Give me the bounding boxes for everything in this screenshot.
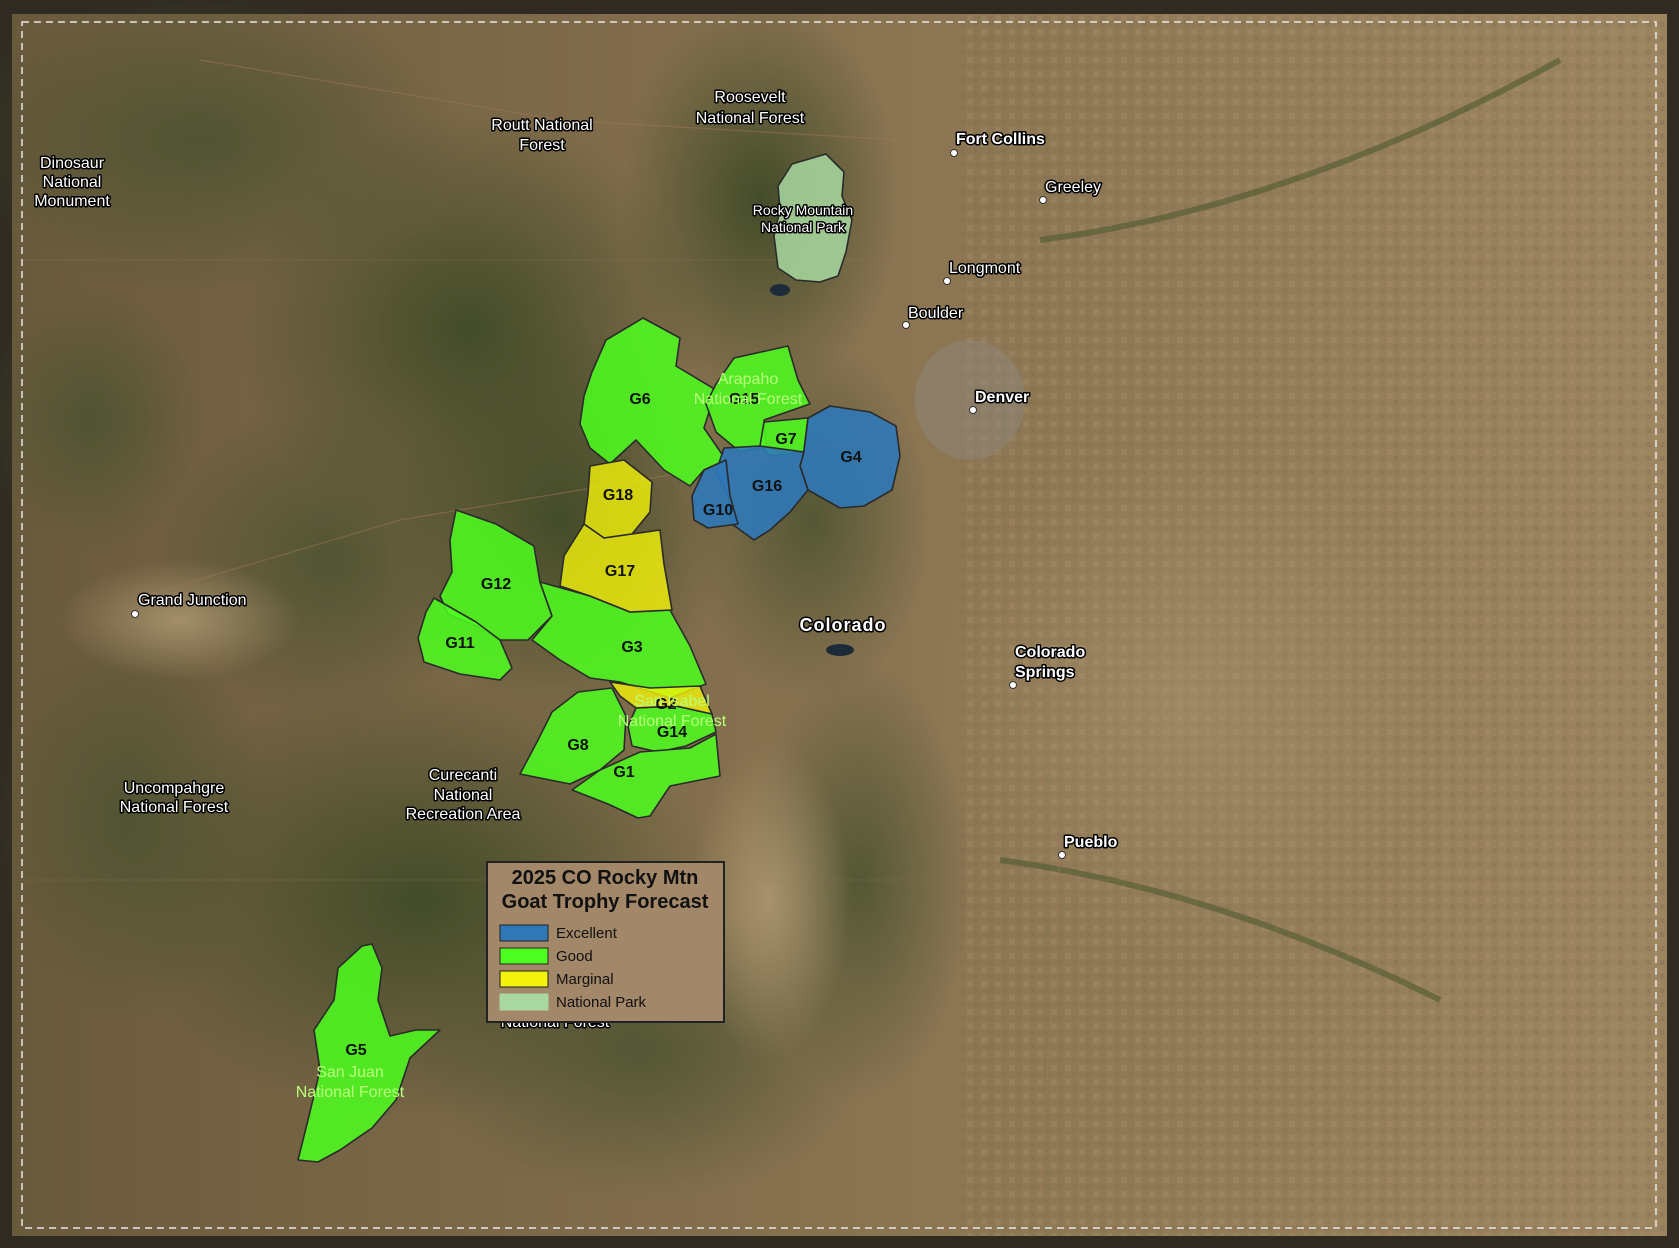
greeley-dot: [1039, 196, 1047, 204]
boulder-label: Boulder: [908, 305, 964, 322]
grand-junction-label: Grand Junction: [138, 592, 247, 609]
arapaho-label-2: National Forest: [694, 391, 803, 408]
longmont-label: Longmont: [949, 260, 1021, 277]
legend-swatch-marginal: [499, 970, 549, 988]
legend-label-excellent: Excellent: [556, 925, 618, 942]
pueblo-dot: [1058, 851, 1066, 859]
routt-label-2: Forest: [519, 137, 565, 154]
sanjuan-label-2: National Forest: [296, 1084, 405, 1101]
legend-swatch-good: [499, 947, 549, 965]
unit-g17-label: G17: [605, 563, 635, 580]
unit-g12-label: G12: [481, 576, 511, 593]
unit-g1-label: G1: [613, 764, 634, 781]
unit-g16-label: G16: [752, 478, 782, 495]
sanjuan-label: San Juan: [316, 1064, 384, 1081]
sanisabel-label-2: National Forest: [618, 713, 727, 730]
uncompahgre-label-2: National Forest: [120, 799, 229, 816]
denver-label: Denver: [975, 389, 1029, 406]
roosevelt-label-2: National Forest: [696, 110, 805, 127]
unit-g6-label: G6: [629, 391, 650, 408]
roosevelt-label: Roosevelt: [714, 89, 786, 106]
sanisabel-label: San Isabel: [634, 693, 710, 710]
state-label: Colorado: [800, 615, 887, 635]
colorado-springs-label-2: Springs: [1015, 664, 1075, 681]
legend-title-line2: Goat Trophy Forecast: [502, 891, 709, 913]
colorado-springs-dot: [1009, 681, 1017, 689]
grand-junction-dot: [131, 610, 139, 618]
rmnp-label: Rocky Mountain: [753, 202, 853, 218]
fort-collins-dot: [950, 149, 958, 157]
dinosaur-label-2: National: [43, 174, 102, 191]
unit-g3-label: G3: [621, 639, 642, 656]
curecanti-label-3: Recreation Area: [406, 806, 521, 823]
legend-label-marginal: Marginal: [556, 971, 614, 988]
rocky-mountain-national-park-area: [773, 153, 853, 283]
colorado-springs-label: Colorado: [1015, 644, 1085, 661]
longmont-dot: [943, 277, 951, 285]
denver-dot: [969, 406, 977, 414]
dinosaur-label-3: Monument: [34, 193, 110, 210]
curecanti-label: Curecanti: [429, 767, 497, 784]
unit-g7-label: G7: [775, 431, 796, 448]
fort-collins-label: Fort Collins: [956, 131, 1045, 148]
unit-g10-label: G10: [703, 502, 733, 519]
legend-swatch-national-park: [499, 993, 549, 1011]
legend-label-good: Good: [556, 948, 593, 965]
legend-title-line1: 2025 CO Rocky Mtn: [512, 867, 699, 889]
arapaho-label: Arapaho: [718, 371, 779, 388]
boulder-dot: [902, 321, 910, 329]
unit-g18-label: G18: [603, 487, 633, 504]
unit-g11-label: G11: [445, 635, 474, 652]
uncompahgre-label: Uncompahgre: [124, 780, 225, 797]
map-legend: 2025 CO Rocky Mtn Goat Trophy Forecast E…: [486, 861, 725, 1023]
unit-g4-label: G4: [840, 449, 861, 466]
greeley-label: Greeley: [1045, 179, 1101, 196]
forecast-map: G6 G15 G7 G4 G16 G10 G18 G17 G12 G11 G3 …: [0, 0, 1679, 1248]
unit-g5-label: G5: [345, 1042, 366, 1059]
unit-g8-label: G8: [567, 737, 588, 754]
rmnp-label-2: National Park: [761, 219, 846, 235]
legend-label-national-park: National Park: [556, 994, 647, 1011]
legend-swatch-excellent: [499, 924, 549, 942]
dinosaur-label: Dinosaur: [40, 155, 105, 172]
curecanti-label-2: National: [434, 787, 493, 804]
pueblo-label: Pueblo: [1064, 834, 1118, 851]
routt-label: Routt National: [491, 117, 592, 134]
